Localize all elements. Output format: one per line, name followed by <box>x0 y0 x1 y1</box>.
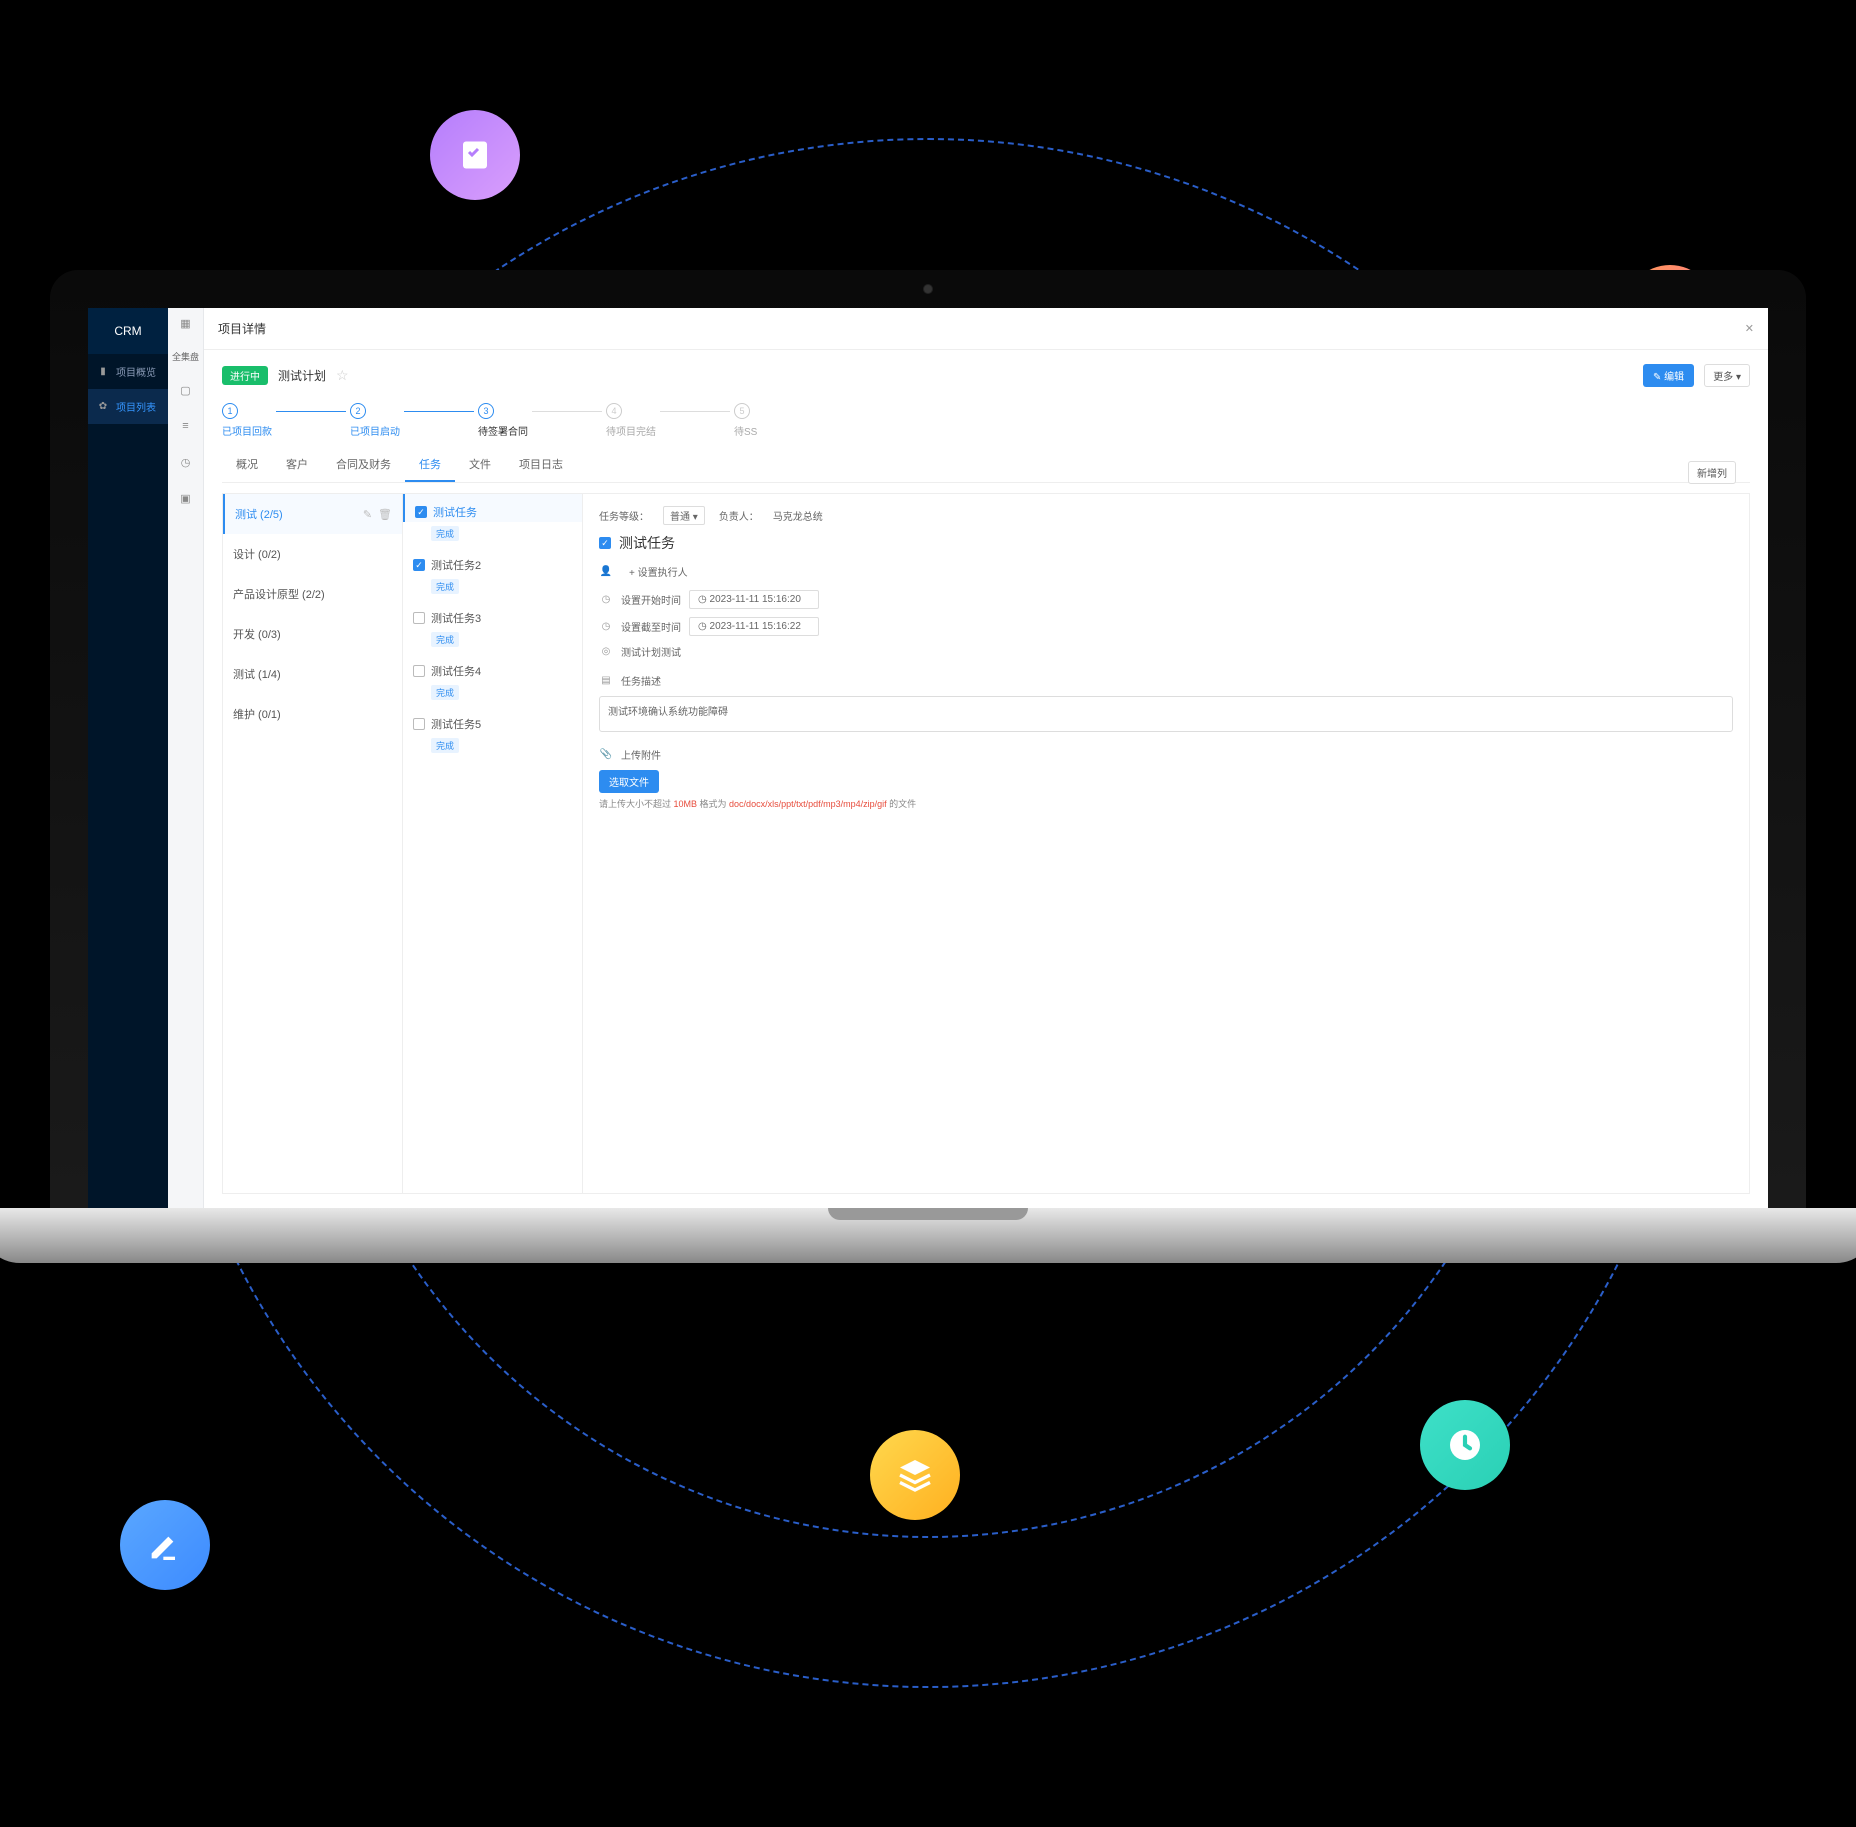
stack-icon <box>870 1430 960 1520</box>
assignee-input[interactable]: + 设置执行人 <box>621 561 751 582</box>
tab-contract[interactable]: 合同及财务 <box>322 448 405 482</box>
task-item[interactable]: ✓测试任务 <box>403 494 582 522</box>
doc-icon[interactable]: ▢ <box>177 381 195 399</box>
task-tag: 完成 <box>431 738 459 753</box>
target-icon: ◎ <box>599 645 613 659</box>
settings-icon: ✿ <box>96 400 110 414</box>
owner-value: 马克龙总统 <box>773 508 823 523</box>
star-icon[interactable]: ☆ <box>336 367 349 384</box>
sec-tab-label[interactable]: 全集盘 <box>172 350 199 363</box>
status-badge: 进行中 <box>222 366 268 385</box>
step-label: 待SS <box>734 423 757 438</box>
checklist-icon <box>430 110 520 200</box>
owner-label: 负责人： <box>719 508 759 523</box>
category-item[interactable]: 维护 (0/1) <box>223 694 402 734</box>
delete-icon[interactable]: 🗑 <box>378 508 392 521</box>
tab-customer[interactable]: 客户 <box>272 448 322 482</box>
clock-icon: ◷ <box>599 620 613 634</box>
upload-hint: 请上传大小不超过 10MB 格式为 doc/docx/xls/ppt/txt/p… <box>599 797 1733 810</box>
step-label: 待签署合同 <box>478 423 528 438</box>
project-name: 测试计划 <box>278 367 326 384</box>
list-icon[interactable]: ≡ <box>177 417 195 435</box>
laptop-base <box>0 1208 1856 1263</box>
checkbox-icon[interactable]: ✓ <box>599 537 611 549</box>
checkbox-icon[interactable] <box>413 718 425 730</box>
description-textarea[interactable] <box>599 696 1733 732</box>
category-item[interactable]: 测试 (1/4) <box>223 654 402 694</box>
brand-label: CRM <box>88 308 168 354</box>
more-button[interactable]: 更多 ▾ <box>1704 364 1750 387</box>
close-icon[interactable]: ✕ <box>1745 322 1754 335</box>
tab-tasks[interactable]: 任务 <box>405 448 455 482</box>
category-item[interactable]: 设计 (0/2) <box>223 534 402 574</box>
nav-item-projects[interactable]: ✿ 项目列表 <box>88 389 168 424</box>
task-item[interactable]: 测试任务4 <box>403 653 582 681</box>
step-node-4[interactable]: 4 <box>606 403 622 419</box>
page-title: 项目详情 <box>218 320 266 337</box>
desc-label: 任务描述 <box>621 673 661 688</box>
task-item[interactable]: ✓测试任务2 <box>403 547 582 575</box>
category-item[interactable]: 测试 (2/5)✎🗑 <box>223 494 402 534</box>
laptop-mockup: CRM ▮ 项目概览 ✿ 项目列表 ▦ 全集盘 ▢ ≡ ◷ <box>50 270 1806 1263</box>
step-node-3[interactable]: 3 <box>478 403 494 419</box>
camera-dot <box>923 284 933 294</box>
start-datetime-input[interactable]: ◷ 2023-11-11 15:16:20 <box>689 590 819 609</box>
task-tag: 完成 <box>431 526 459 541</box>
checkbox-icon[interactable]: ✓ <box>415 506 427 518</box>
step-node-2[interactable]: 2 <box>350 403 366 419</box>
step-node-5[interactable]: 5 <box>734 403 750 419</box>
tab-logs[interactable]: 项目日志 <box>505 448 577 482</box>
sidebar-secondary: ▦ 全集盘 ▢ ≡ ◷ ▣ <box>168 308 204 1208</box>
attach-icon: 📎 <box>599 748 613 762</box>
plan-label: 测试计划测试 <box>621 644 681 659</box>
select-file-button[interactable]: 选取文件 <box>599 770 659 793</box>
tab-files[interactable]: 文件 <box>455 448 505 482</box>
task-tag: 完成 <box>431 632 459 647</box>
checkbox-icon[interactable] <box>413 665 425 677</box>
clock-icon <box>1420 1400 1510 1490</box>
attach-label: 上传附件 <box>621 747 661 762</box>
task-tag: 完成 <box>431 685 459 700</box>
step-label: 已项目启动 <box>350 423 400 438</box>
grid-icon[interactable]: ▦ <box>177 314 195 332</box>
bar-chart-icon: ▮ <box>96 365 110 379</box>
checkbox-icon[interactable] <box>413 612 425 624</box>
folder-icon[interactable]: ▣ <box>177 489 195 507</box>
step-label: 待项目完结 <box>606 423 656 438</box>
sidebar-primary: CRM ▮ 项目概览 ✿ 项目列表 <box>88 308 168 1208</box>
user-icon: 👤 <box>599 565 613 579</box>
category-item[interactable]: 开发 (0/3) <box>223 614 402 654</box>
task-list: ✓测试任务完成 ✓测试任务2 完成 测试任务3 完成 测试任务4 完成 测试任务5 完成 <box>403 494 583 1193</box>
clock-icon: ◷ <box>599 593 613 607</box>
priority-label: 任务等级： <box>599 508 649 523</box>
step-label: 已项目回款 <box>222 423 272 438</box>
nav-label: 项目列表 <box>116 399 156 414</box>
note-icon: ▤ <box>599 674 613 688</box>
detail-title: 测试任务 <box>619 533 675 553</box>
step-node-1[interactable]: 1 <box>222 403 238 419</box>
nav-item-overview[interactable]: ▮ 项目概览 <box>88 354 168 389</box>
edit-button[interactable]: ✎ 编辑 <box>1643 364 1694 387</box>
start-label: 设置开始时间 <box>621 592 681 607</box>
edit-icon[interactable]: ✎ <box>363 508 372 521</box>
checkbox-icon[interactable]: ✓ <box>413 559 425 571</box>
task-tag: 完成 <box>431 579 459 594</box>
category-list: 测试 (2/5)✎🗑 设计 (0/2) 产品设计原型 (2/2) 开发 (0/3… <box>223 494 403 1193</box>
category-item[interactable]: 产品设计原型 (2/2) <box>223 574 402 614</box>
nav-label: 项目概览 <box>116 364 156 379</box>
priority-select[interactable]: 普通 ▾ <box>663 506 705 525</box>
task-item[interactable]: 测试任务3 <box>403 600 582 628</box>
new-column-button[interactable]: 新增列 <box>1688 461 1736 484</box>
tab-overview[interactable]: 概况 <box>222 448 272 482</box>
end-datetime-input[interactable]: ◷ 2023-11-11 15:16:22 <box>689 617 819 636</box>
page-header: 项目详情 ✕ <box>204 308 1768 350</box>
task-item[interactable]: 测试任务5 <box>403 706 582 734</box>
pencil-icon <box>120 1500 210 1590</box>
end-label: 设置截至时间 <box>621 619 681 634</box>
time-icon[interactable]: ◷ <box>177 453 195 471</box>
progress-steps: 1 已项目回款 2 已项目启动 3 待签署合同 4 待项目完结 5 待SS <box>222 403 1750 438</box>
content-tabs: 概况 客户 合同及财务 任务 文件 项目日志 <box>222 448 1750 483</box>
task-detail: 任务等级： 普通 ▾ 负责人： 马克龙总统 ✓ 测试任务 👤 + 设置执行人 ◷ 设置… <box>583 494 1749 1193</box>
main-panel: 项目详情 ✕ 进行中 测试计划 ☆ ✎ 编辑 更多 ▾ <box>204 308 1768 1208</box>
